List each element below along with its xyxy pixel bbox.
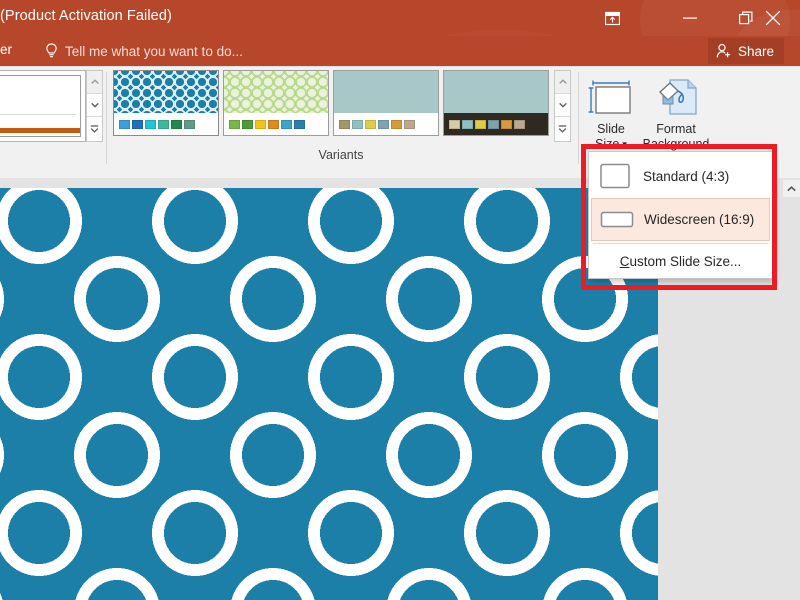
ribbon-separator [578,72,579,164]
format-background-label-line2: Background [643,137,710,152]
variant-swatch-row [334,113,438,135]
minimize-icon [683,12,697,24]
theme-thumbnail-accent-bar [0,128,80,133]
variant-preview-top [224,71,328,115]
tab-developer[interactable]: er [0,42,12,57]
variants-group-label: Variants [111,148,571,162]
menu-item-widescreen-label: Widescreen (16:9) [644,212,754,227]
ribbon-separator [106,72,107,164]
themes-scroll-down-button[interactable] [87,94,102,117]
slide-size-label-text: Size [595,137,619,152]
theme-thumbnail[interactable]: a [0,75,81,137]
themes-scroll-up-button[interactable] [87,71,102,94]
ribbon-tab-row: er Tell me what you want to do... Share [0,36,800,66]
slide-size-icon [588,74,634,122]
slide-size-label-line2: Size ▾ [595,137,627,152]
variants-scroll-down-button[interactable] [555,94,570,117]
close-icon [765,10,781,26]
tell-me-search[interactable]: Tell me what you want to do... [45,41,243,61]
variant-teal-dark[interactable] [443,70,549,136]
ribbon-display-options-button[interactable] [590,0,634,36]
window-title: (Product Activation Failed) [0,8,172,24]
chevron-up-icon [787,186,796,192]
format-background-icon [654,74,698,122]
menu-item-standard-label: Standard (4:3) [643,169,729,184]
variants-gallery-scroll[interactable] [554,70,571,142]
chevron-down-icon [559,102,567,108]
share-person-icon [716,43,732,59]
menu-item-custom-slide-size[interactable]: Custom Slide Size... [589,246,772,276]
format-background-label-line1: Format [656,122,696,137]
custom-label-rest: ustom Slide Size... [629,254,741,269]
vertical-scrollbar-up-button[interactable] [783,180,800,197]
close-button[interactable] [751,0,795,36]
variant-green-pattern[interactable] [223,70,329,136]
variants-scroll-up-button[interactable] [555,71,570,94]
variant-teal-light[interactable] [333,70,439,136]
chevron-up-icon [559,79,567,85]
chevron-down-icon[interactable]: ▾ [622,137,627,152]
widescreen-ratio-icon [596,206,638,233]
ribbon-top-rule [0,66,800,67]
menu-item-widescreen[interactable]: Widescreen (16:9) [591,198,770,241]
slide-size-label-line1: Slide [597,122,625,137]
menu-item-standard[interactable]: Standard (4:3) [589,155,772,198]
title-bar: (Product Activation Failed) [0,0,800,36]
variant-blue-pattern[interactable] [113,70,219,136]
slide-canvas[interactable] [0,188,658,600]
themes-more-button[interactable] [87,117,102,141]
variants-gallery [111,70,571,142]
chevron-up-icon [91,79,99,85]
theme-thumbnail-rule [0,114,76,115]
minimize-button[interactable] [668,0,712,36]
chevron-down-icon [91,102,99,108]
variant-preview-top [334,71,438,115]
variant-swatch-row [224,113,328,135]
slide-size-dropdown-menu: Standard (4:3) Widescreen (16:9) Custom … [588,151,773,279]
share-button[interactable]: Share [708,38,784,64]
more-chevron-icon [90,125,99,134]
themes-gallery-scroll[interactable] [86,70,103,142]
variant-preview-top [114,71,218,115]
ribbon-display-options-icon [605,11,620,26]
accelerator-letter: C [620,254,630,269]
powerpoint-window: (Product Activation Failed) [0,0,800,600]
standard-ratio-icon [595,163,637,190]
variants-more-button[interactable] [555,117,570,141]
tell-me-placeholder: Tell me what you want to do... [65,44,243,59]
more-chevron-icon [558,125,567,134]
themes-gallery[interactable]: a [0,70,86,142]
variant-preview-top [444,71,548,115]
lightbulb-icon [45,43,58,60]
variant-swatch-row [444,113,548,135]
variant-swatch-row [114,113,218,135]
slide-background-pattern [0,188,658,600]
menu-item-custom-label: Custom Slide Size... [620,254,742,269]
menu-divider [593,243,768,244]
share-label: Share [738,44,774,59]
